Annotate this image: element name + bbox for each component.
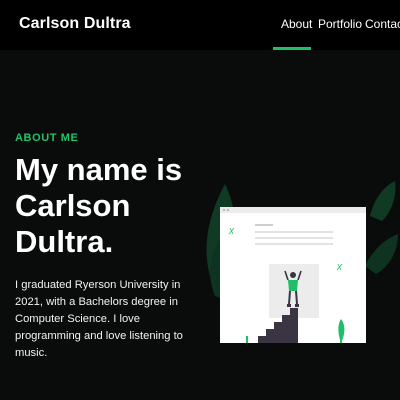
browser-window: [220, 207, 366, 343]
section-eyebrow: ABOUT ME: [15, 132, 79, 144]
hero-headline: My name is Carlson Dultra.: [15, 152, 183, 259]
nav-link-portfolio[interactable]: Portfolio: [318, 17, 362, 31]
person-on-stairs-illustration: [200, 176, 400, 356]
brand-logo[interactable]: Carlson Dultra: [19, 15, 131, 33]
navbar: Carlson Dultra About Portfolio Contact: [0, 0, 400, 50]
nav-link-contact[interactable]: Contact: [365, 17, 400, 31]
page: Carlson Dultra About Portfolio Contact A…: [0, 0, 400, 400]
hero-bio: I graduated Ryerson University in 2021, …: [15, 279, 183, 359]
nav-link-about[interactable]: About: [281, 17, 312, 31]
right-leaf-icon: [365, 181, 398, 274]
active-nav-indicator: [273, 47, 311, 50]
